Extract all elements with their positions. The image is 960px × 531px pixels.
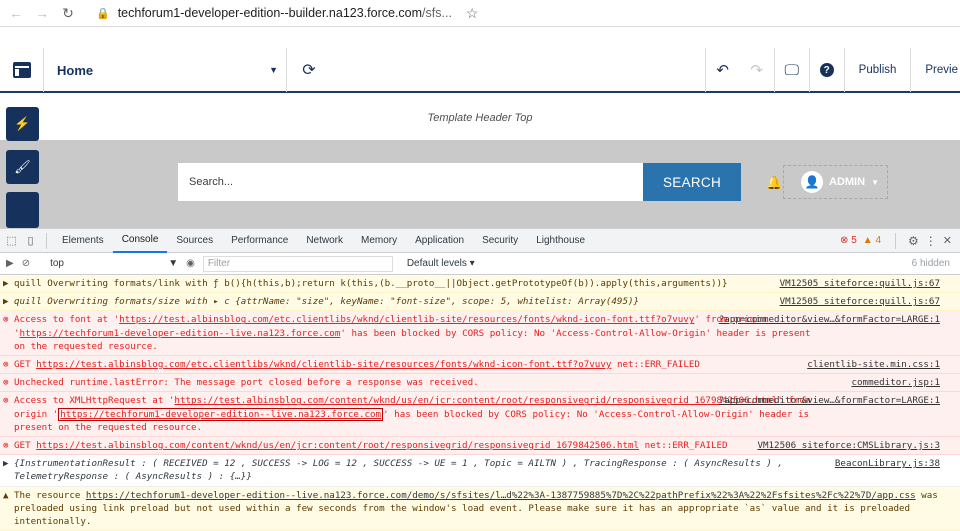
template-header: Template Header Top [0,95,960,140]
redo-icon[interactable]: ↷ [740,48,774,92]
browser-toolbar: ← → ↻ 🔒 techforum1-developer-edition--bu… [0,0,960,27]
gear-icon[interactable]: ⚙ [908,234,919,248]
more-icon[interactable]: ⋮ [925,234,937,248]
console-message: ⊗ Unchecked runtime.lastError: The messa… [0,374,960,393]
builder-toolbar: Home ▼ ⟳ ↶ ↷ 🖵 ? Publish Previe [0,48,960,93]
message-link[interactable]: https://techforum1-developer-edition--li… [86,490,916,501]
message-link[interactable]: https://test.albinsblog.com/content/wknd… [36,440,639,451]
address-bar[interactable]: 🔒 techforum1-developer-edition--builder.… [86,2,489,24]
highlighted-origin-link[interactable]: https://techforum1-developer-edition--li… [58,407,384,421]
message-link[interactable]: https://test.albinsblog.com/etc.clientli… [119,314,694,325]
devtools-panel: ⬚ ▯ Elements Console Sources Performance… [0,228,960,531]
profile-name: ADMIN [829,176,866,188]
message-link[interactable]: https://techforum1-developer-edition--li… [20,328,341,339]
forward-icon[interactable]: → [34,5,50,21]
console-message: ⊗ GET https://test.albinsblog.com/etc.cl… [0,356,960,375]
avatar: 👤 [801,171,823,193]
message-source-link[interactable]: ?app=commeditor&view…&formFactor=LARGE:1 [719,394,940,407]
tab-network[interactable]: Network [297,229,352,253]
tab-sources[interactable]: Sources [167,229,222,253]
warning-count-badge[interactable]: ▲ 4 [863,235,881,246]
url-text: techforum1-developer-edition--builder.na… [117,6,452,20]
console-toolbar: ▶ ⊘ top ▼ ◉ Filter Default levels ▾ 6 hid… [0,253,960,275]
console-message: ⊗ Access to font at 'https://test.albins… [0,311,960,357]
help-icon[interactable]: ? [810,48,844,92]
tab-elements[interactable]: Elements [53,229,113,253]
brush-icon[interactable]: 🖌 [6,150,39,184]
settings-tool-icon[interactable] [6,192,39,228]
message-link[interactable]: https://test.albinsblog.com/etc.clientli… [36,359,611,370]
inspect-icon[interactable]: ⬚ [4,234,19,247]
message-source-link[interactable]: commeditor.jsp:1 [851,376,940,389]
message-source-link[interactable]: ?app=commeditor&view…&formFactor=LARGE:1 [719,313,940,326]
preview-button[interactable]: Previe [911,48,960,92]
back-icon[interactable]: ← [8,5,24,21]
tab-application[interactable]: Application [406,229,473,253]
caret-down-icon: ▼ [269,65,278,75]
lightning-icon[interactable]: ⚡ [6,107,39,141]
page-name: Home [57,62,94,78]
undo-icon[interactable]: ↶ [706,48,740,92]
message-source-link[interactable]: VM12505 siteforce:quill.js:67 [780,277,940,290]
device-toggle-icon[interactable]: ▯ [23,234,38,247]
reload-icon[interactable]: ↻ [60,5,76,22]
message-source-link[interactable]: clientlib-site.min.css:1 [807,358,940,371]
close-icon[interactable]: ✕ [943,234,952,247]
search-button[interactable]: SEARCH [643,163,741,201]
tab-lighthouse[interactable]: Lighthouse [527,229,594,253]
app-logo-icon[interactable] [0,48,44,92]
error-count-badge[interactable]: ⊗ 5 [840,235,857,246]
filter-input[interactable]: Filter [202,255,393,272]
profile-menu[interactable]: 👤 ADMIN ▼ [783,165,888,199]
message-source-link[interactable]: VM12506 siteforce:CMSLibrary.js:3 [757,439,940,452]
bookmark-star-icon[interactable]: ☆ [466,5,479,22]
console-message: ⊗ GET https://test.albinsblog.com/conten… [0,437,960,456]
message-link[interactable]: https://test.albinsblog.com/content/wknd… [174,395,777,406]
eye-icon[interactable]: ◉ [186,258,195,269]
clear-console-icon[interactable]: ⊘ [22,258,30,269]
caret-down-icon: ▼ [871,177,879,187]
device-preview-icon[interactable]: 🖵 [775,48,809,92]
console-message: ▶ quill Overwriting formats/size with ▸ … [0,293,960,312]
devtools-tabbar: ⬚ ▯ Elements Console Sources Performance… [0,229,960,253]
message-source-link[interactable]: BeaconLibrary.js:38 [835,457,940,470]
notification-bell-icon[interactable]: 🔔 [766,175,782,191]
hidden-count: 6 hidden [911,258,950,269]
console-message: ▶ {InstrumentationResult : ( RECEIVED = … [0,455,960,487]
message-source-link[interactable]: VM12505 siteforce:quill.js:67 [780,295,940,308]
console-message: ▲ The resource https://techforum1-develo… [0,486,960,531]
console-message: ⊗ Access to XMLHttpRequest at 'https://t… [0,392,960,438]
page-selector[interactable]: Home ▼ [44,48,287,92]
context-selector[interactable]: top ▼ [50,258,178,269]
console-message: ▶ quill Overwriting formats/link with ƒ … [0,275,960,294]
site-canvas: Template Header Top Search... SEARCH 🔔 👤… [0,95,960,230]
refresh-icon[interactable]: ⟳ [287,48,331,92]
tab-security[interactable]: Security [473,229,527,253]
log-levels-dropdown[interactable]: Default levels ▾ [407,258,475,269]
tab-performance[interactable]: Performance [222,229,297,253]
search-input[interactable]: Search... [178,163,644,201]
tab-memory[interactable]: Memory [352,229,406,253]
lock-icon: 🔒 [96,7,110,20]
tab-console[interactable]: Console [112,229,168,253]
publish-button[interactable]: Publish [845,48,911,92]
sidebar-toggle-icon[interactable]: ▶ [6,258,14,269]
